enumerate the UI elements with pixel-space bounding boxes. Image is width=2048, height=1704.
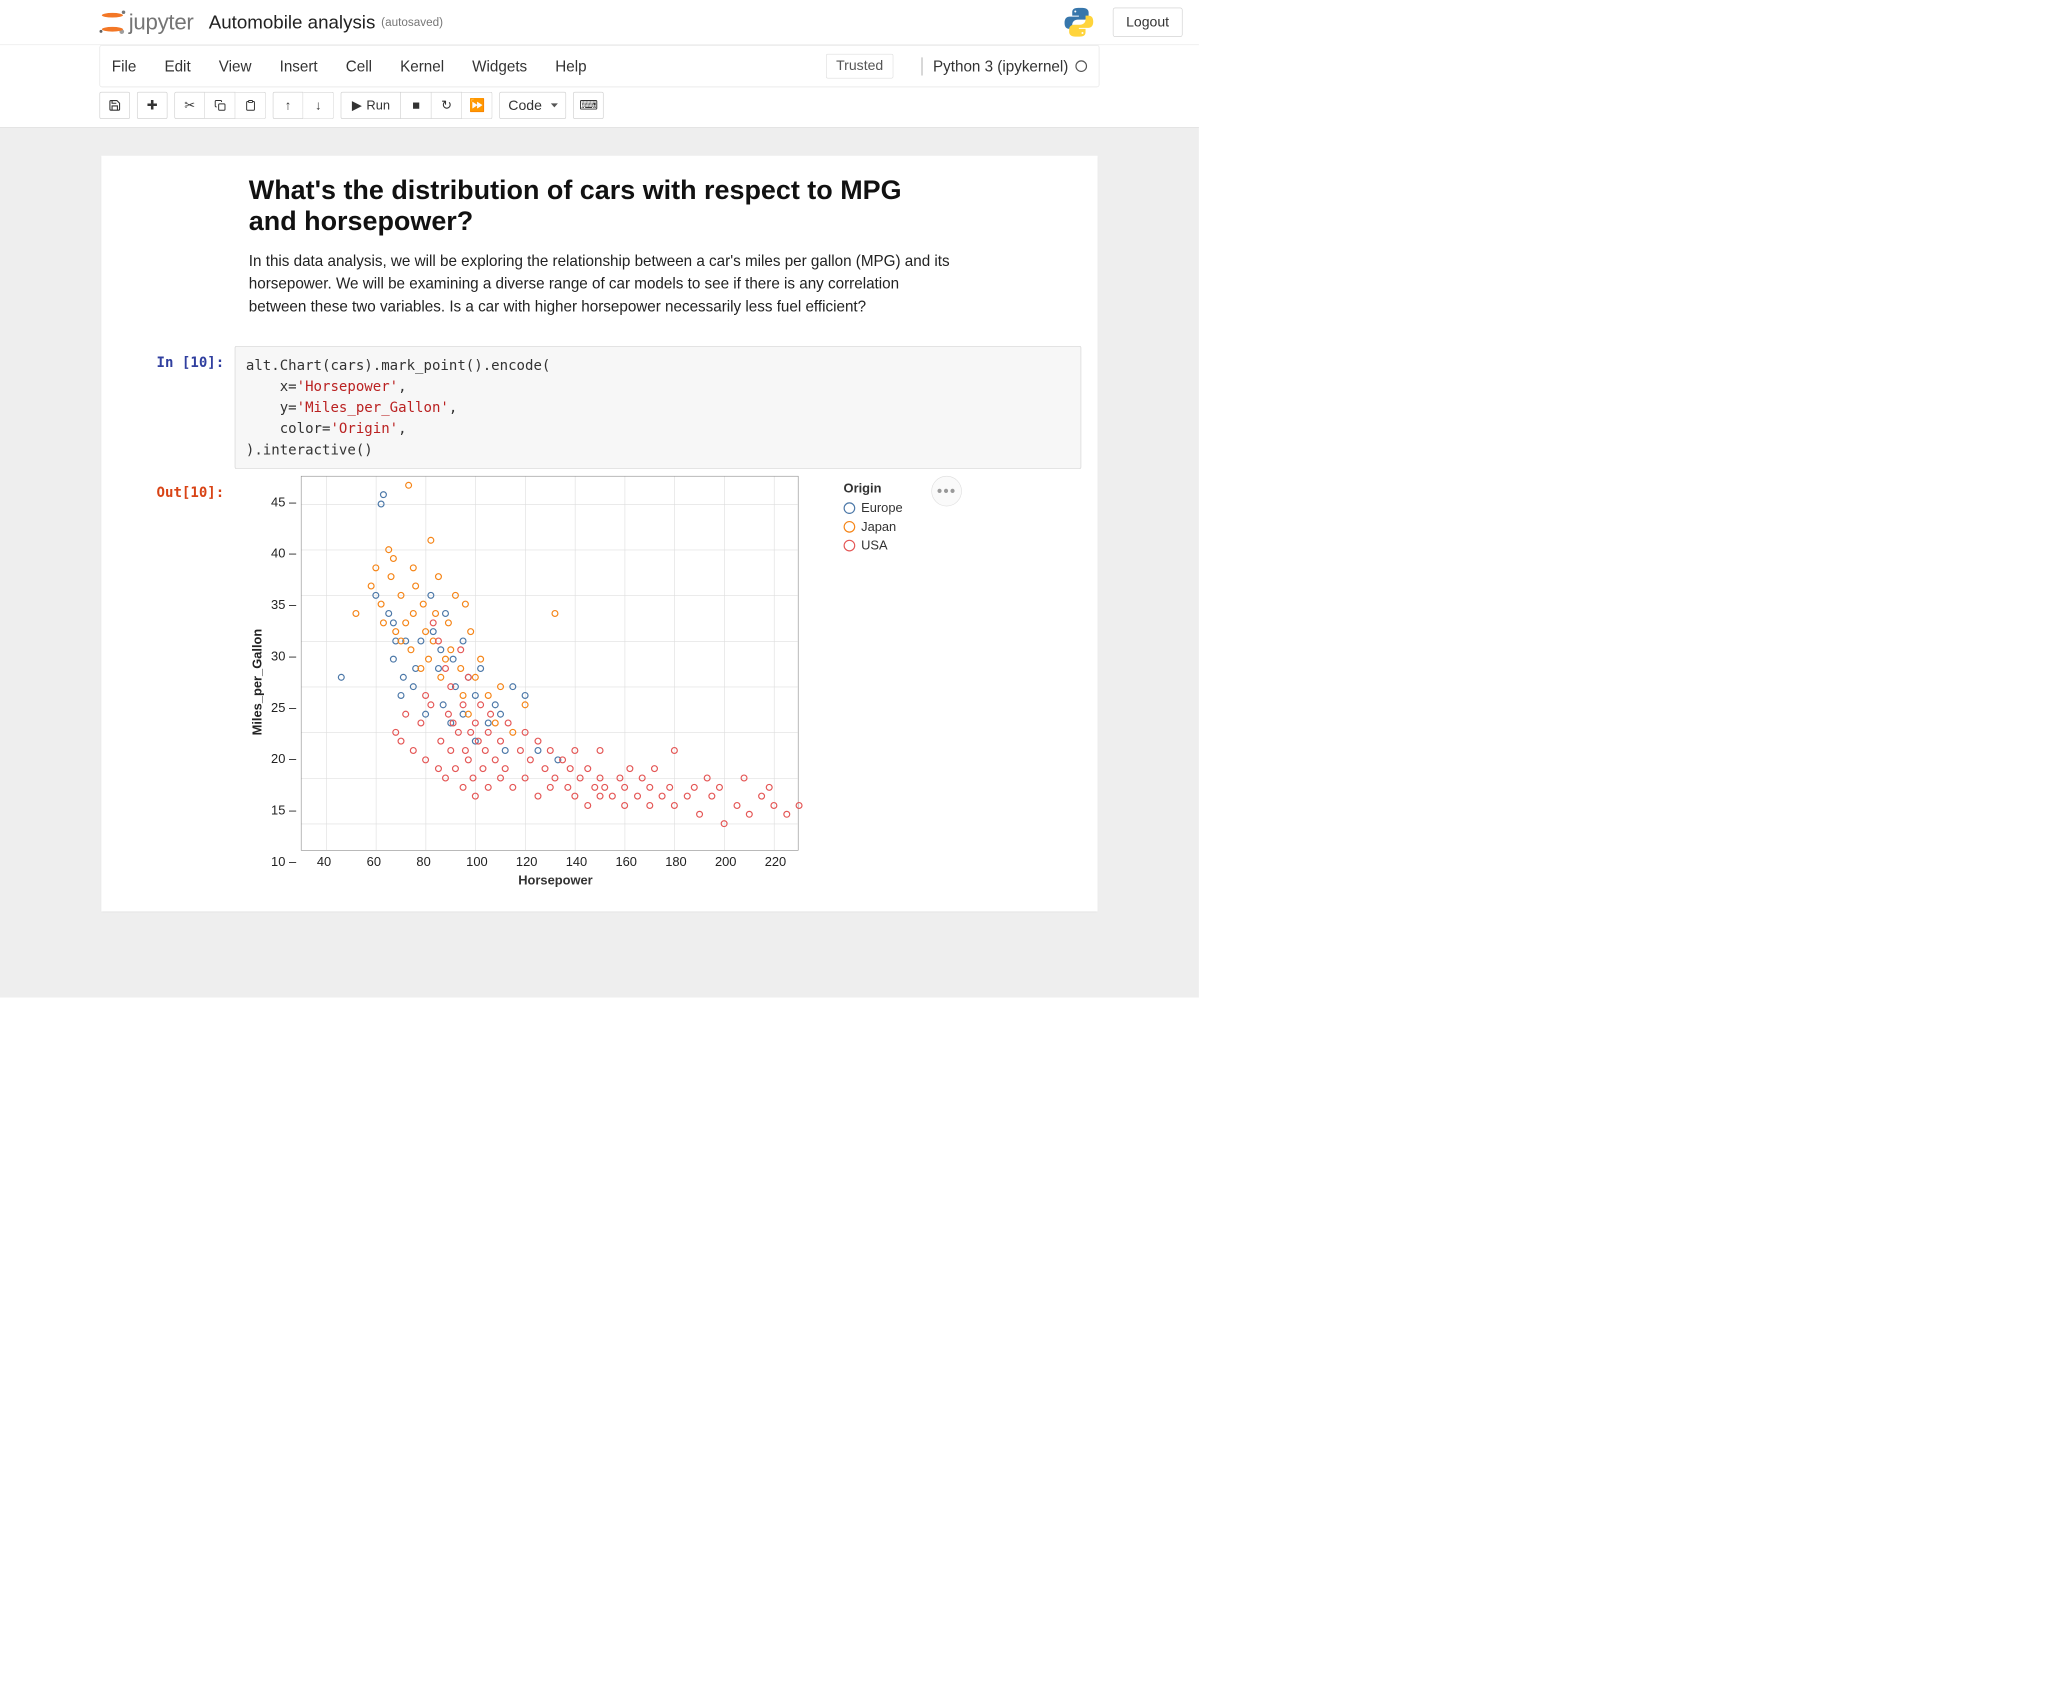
cut-button[interactable]: ✂ (174, 92, 204, 119)
menu-file[interactable]: File (112, 57, 137, 75)
legend-item-japan[interactable]: Japan (844, 519, 903, 534)
markdown-heading: What's the distribution of cars with res… (249, 174, 950, 236)
menu-insert[interactable]: Insert (280, 57, 318, 75)
scatter-plot[interactable] (301, 476, 799, 851)
copy-button[interactable] (205, 92, 235, 119)
autosaved-label: (autosaved) (381, 16, 443, 29)
logout-button[interactable]: Logout (1113, 8, 1183, 37)
restart-run-all-button[interactable]: ⏩ (462, 92, 492, 119)
menu-kernel[interactable]: Kernel (400, 57, 444, 75)
legend-swatch (844, 521, 856, 533)
add-cell-button[interactable]: ✚ (137, 92, 167, 119)
y-axis-label: Miles_per_Gallon (250, 629, 265, 736)
jupyter-icon (100, 11, 126, 34)
trusted-badge[interactable]: Trusted (826, 54, 893, 79)
legend-item-europe[interactable]: Europe (844, 500, 903, 515)
python-icon (1062, 6, 1095, 39)
toolbar: ✚ ✂ ↑ ↓ ▶ Run ■ ↻ ⏩ Code ⌨ (0, 87, 1199, 127)
menu-widgets[interactable]: Widgets (472, 57, 527, 75)
chart[interactable]: Miles_per_Gallon 45 –40 –35 –30 –25 –20 … (235, 476, 1081, 888)
menubar: FileEditViewInsertCellKernelWidgetsHelp … (100, 45, 1100, 87)
jupyter-logo[interactable]: jupyter (100, 10, 194, 35)
logo-text: jupyter (129, 10, 194, 35)
move-down-button[interactable]: ↓ (303, 92, 333, 119)
legend-item-usa[interactable]: USA (844, 538, 903, 553)
save-button[interactable] (100, 92, 130, 119)
x-axis-label: Horsepower (301, 873, 799, 888)
output-cell: Out[10]: Miles_per_Gallon 45 –40 –35 –30… (118, 476, 1082, 888)
markdown-body: In this data analysis, we will be explor… (249, 249, 950, 317)
code-input[interactable]: alt.Chart(cars).mark_point().encode( x='… (235, 346, 1081, 469)
legend[interactable]: Origin Europe Japan USA (844, 480, 903, 556)
y-axis-ticks: 45 –40 –35 –30 –25 –20 –15 –10 – (271, 495, 296, 870)
restart-button[interactable]: ↻ (432, 92, 462, 119)
notebook-title[interactable]: Automobile analysis (209, 11, 376, 33)
menu-cell[interactable]: Cell (346, 57, 372, 75)
run-button[interactable]: ▶ Run (341, 92, 401, 119)
paste-button[interactable] (235, 92, 265, 119)
stop-button[interactable]: ■ (401, 92, 431, 119)
menu-edit[interactable]: Edit (164, 57, 190, 75)
legend-title: Origin (844, 480, 903, 495)
code-cell[interactable]: In [10]: alt.Chart(cars).mark_point().en… (118, 346, 1082, 469)
command-palette-button[interactable]: ⌨ (573, 92, 603, 119)
menu-view[interactable]: View (219, 57, 252, 75)
kernel-indicator (1075, 60, 1087, 72)
kernel-name[interactable]: Python 3 (ipykernel) (933, 57, 1068, 75)
move-up-button[interactable]: ↑ (273, 92, 303, 119)
legend-swatch (844, 540, 856, 552)
chart-menu-button[interactable]: ••• (931, 476, 961, 506)
markdown-cell[interactable]: What's the distribution of cars with res… (118, 174, 1082, 335)
input-prompt: In [10]: (118, 346, 235, 469)
output-prompt: Out[10]: (118, 476, 235, 888)
x-axis-ticks: 406080100120140160180200220 (301, 854, 799, 870)
legend-swatch (844, 502, 856, 514)
menu-help[interactable]: Help (555, 57, 586, 75)
celltype-select[interactable]: Code (500, 92, 567, 119)
